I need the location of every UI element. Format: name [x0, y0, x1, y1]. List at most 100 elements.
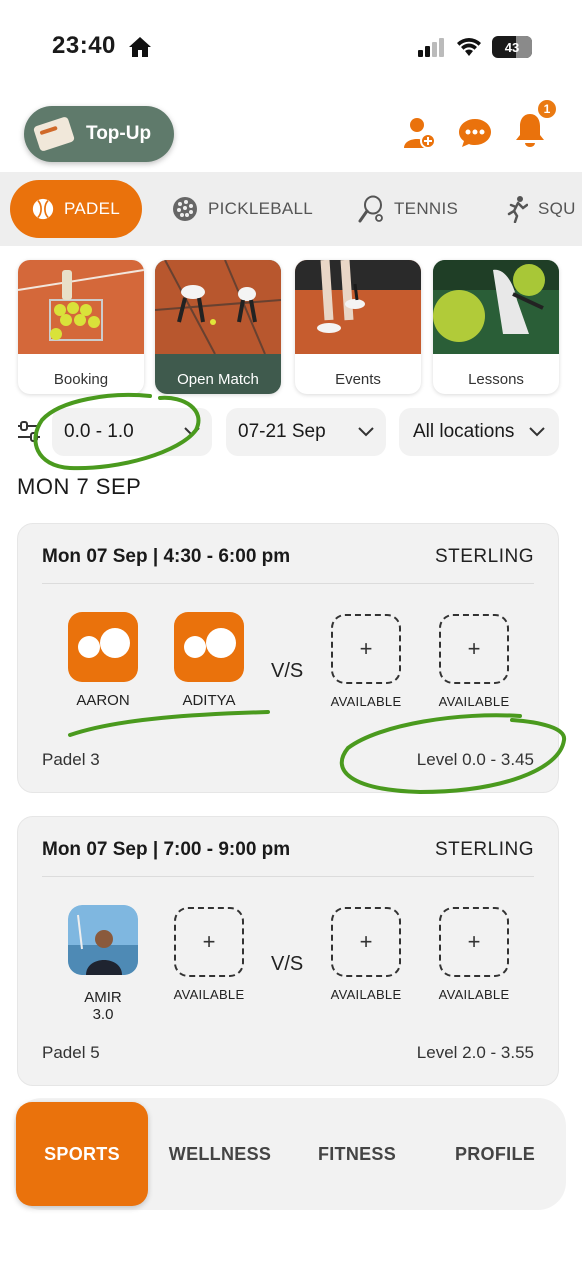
slot-status: AVAILABLE: [438, 694, 510, 709]
service-label: Open Match: [177, 370, 259, 388]
notifications[interactable]: 1: [514, 98, 558, 153]
nav-fitness[interactable]: FITNESS: [294, 1098, 420, 1210]
available-slot[interactable]: + AVAILABLE: [429, 907, 519, 1002]
player-avatar-icon: [68, 612, 138, 682]
signal-icon: [418, 38, 444, 57]
date-heading: MON 7 SEP: [17, 474, 142, 499]
battery-icon: 43: [492, 36, 532, 58]
match-datetime: Mon 07 Sep | 7:00 - 9:00 pm: [42, 839, 291, 860]
date-filter-dropdown[interactable]: 07-21 Sep: [226, 408, 386, 456]
nav-sports[interactable]: SPORTS: [16, 1102, 148, 1206]
tab-label: TENNIS: [394, 199, 459, 218]
pickleball-icon: [173, 197, 197, 221]
tab-label: PADEL: [64, 199, 120, 218]
player-slot[interactable]: AMIR 3.0: [58, 905, 148, 1023]
sports-tabs: PADEL PICKLEBALL TENNIS SQU: [0, 172, 582, 246]
player-name: AARON: [76, 692, 130, 709]
chevron-down-icon: [529, 427, 545, 437]
add-player-icon: +: [439, 907, 509, 977]
plus-icon: +: [359, 636, 373, 661]
match-card[interactable]: Mon 07 Sep | 7:00 - 9:00 pm STERLING AMI…: [17, 816, 559, 1086]
level-filter-dropdown[interactable]: 0.0 - 1.0: [52, 408, 212, 456]
booking-image: [18, 260, 144, 354]
player-name: ADITYA: [182, 692, 236, 709]
plus-icon: +: [467, 636, 481, 661]
slot-status: AVAILABLE: [173, 987, 245, 1002]
add-friend-icon[interactable]: [404, 116, 436, 150]
service-card-events[interactable]: Events: [295, 260, 421, 394]
player-avatar-icon: [174, 612, 244, 682]
date-filter-value: 07-21 Sep: [238, 421, 326, 442]
status-icons: 43: [418, 36, 532, 58]
events-image: [295, 260, 421, 354]
nav-wellness[interactable]: WELLNESS: [156, 1098, 284, 1210]
level-filter-value: 0.0 - 1.0: [64, 421, 134, 442]
chevron-down-icon: [358, 427, 374, 437]
wifi-icon: [457, 38, 481, 56]
match-card[interactable]: Mon 07 Sep | 4:30 - 6:00 pm STERLING AAR…: [17, 523, 559, 793]
tab-pickleball[interactable]: PICKLEBALL: [172, 180, 313, 238]
service-label: Events: [335, 370, 381, 388]
player-name: AMIR: [84, 989, 122, 1006]
topup-label: Top-Up: [86, 123, 152, 144]
available-slot[interactable]: + AVAILABLE: [164, 907, 254, 1002]
available-slot[interactable]: + AVAILABLE: [429, 614, 519, 709]
tab-label: PICKLEBALL: [208, 199, 314, 218]
header-actions: 1: [404, 98, 558, 153]
filters-row: 0.0 - 1.0 07-21 Sep All locations: [0, 408, 582, 458]
service-card-open-match[interactable]: Open Match: [155, 260, 281, 394]
plus-icon: +: [467, 929, 481, 954]
service-label: Lessons: [468, 370, 524, 388]
status-bar: 23:40 43: [0, 0, 582, 96]
tennis-icon: [358, 195, 383, 223]
tab-padel[interactable]: PADEL: [10, 180, 142, 238]
slot-status: AVAILABLE: [330, 694, 402, 709]
court-name: Padel 5: [42, 1043, 100, 1062]
open-match-image: [155, 260, 281, 355]
add-player-icon: +: [439, 614, 509, 684]
home-icon: [129, 37, 151, 57]
available-slot[interactable]: + AVAILABLE: [321, 614, 411, 709]
player-slot[interactable]: AARON: [58, 612, 148, 709]
slot-status: AVAILABLE: [438, 987, 510, 1002]
match-header: Mon 07 Sep | 7:00 - 9:00 pm STERLING: [42, 839, 534, 877]
court-name: Padel 3: [42, 750, 100, 769]
match-header: Mon 07 Sep | 4:30 - 6:00 pm STERLING: [42, 546, 534, 584]
versus-label: V/S: [271, 660, 304, 682]
service-label: Booking: [53, 370, 109, 388]
available-slot[interactable]: + AVAILABLE: [321, 907, 411, 1002]
player-slot[interactable]: ADITYA: [164, 612, 254, 709]
service-card-booking[interactable]: Booking: [18, 260, 144, 394]
add-player-icon: +: [331, 614, 401, 684]
slot-status: AVAILABLE: [330, 987, 402, 1002]
filter-sliders-icon[interactable]: [16, 420, 42, 444]
match-club: STERLING: [434, 839, 534, 860]
add-player-icon: +: [174, 907, 244, 977]
tab-label: SQU: [538, 199, 576, 218]
match-datetime: Mon 07 Sep | 4:30 - 6:00 pm: [42, 546, 291, 567]
chat-icon[interactable]: [458, 118, 492, 148]
location-filter-value: All locations: [413, 421, 515, 442]
card-icon: [32, 116, 76, 152]
tab-squash[interactable]: SQU: [506, 180, 576, 238]
tab-tennis[interactable]: TENNIS: [358, 180, 458, 238]
plus-icon: +: [202, 929, 216, 954]
squash-icon: [507, 196, 528, 223]
topup-button[interactable]: Top-Up: [24, 106, 174, 162]
battery-level: 43: [504, 39, 520, 55]
padel-icon: [32, 198, 54, 220]
notification-badge: 1: [536, 98, 558, 120]
match-club: STERLING: [434, 546, 534, 567]
service-card-lessons[interactable]: Lessons: [433, 260, 559, 394]
level-range: Level 0.0 - 3.45: [416, 750, 534, 769]
nav-profile[interactable]: PROFILE: [428, 1098, 562, 1210]
lessons-image: [433, 260, 559, 354]
chevron-down-icon: [184, 427, 200, 437]
player-rating: 3.0: [92, 1006, 114, 1023]
player-photo: [68, 905, 138, 975]
add-player-icon: +: [331, 907, 401, 977]
level-range: Level 2.0 - 3.55: [416, 1043, 534, 1062]
status-time: 23:40: [52, 32, 116, 59]
versus-label: V/S: [271, 953, 304, 975]
location-filter-dropdown[interactable]: All locations: [399, 408, 559, 456]
